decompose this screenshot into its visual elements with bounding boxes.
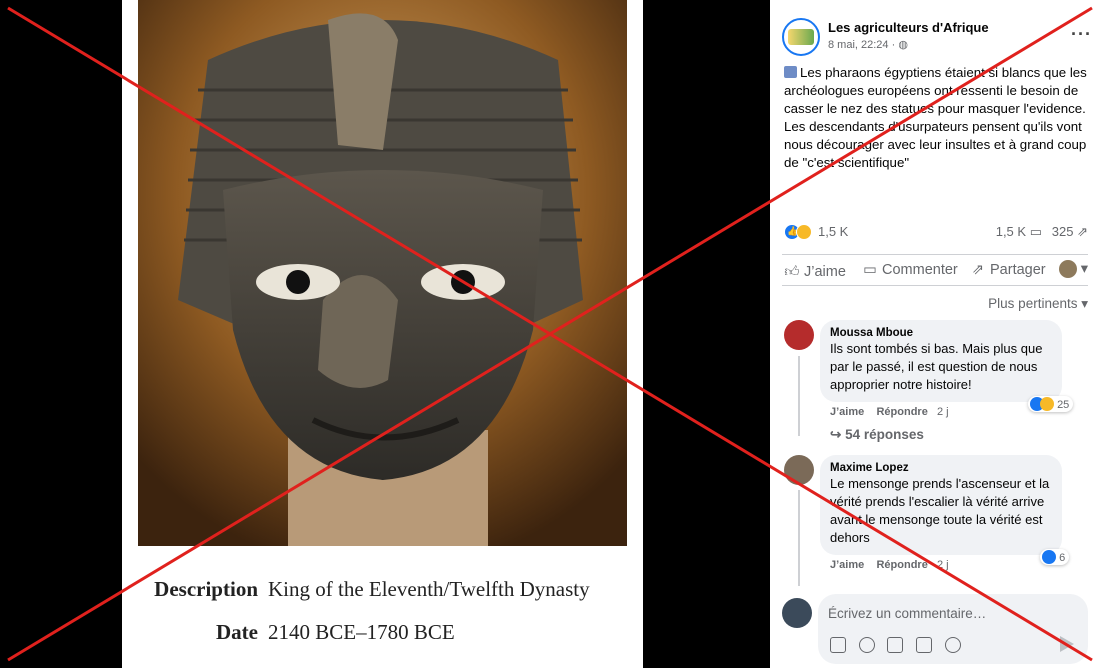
share-icon: ⇗ — [1077, 224, 1088, 239]
reactions-summary[interactable]: 1,5 K 1,5 K ▭ 325 ⇗ — [784, 222, 1088, 242]
comment-icon: ▭ — [1029, 224, 1042, 239]
emoji-sticker-icon — [784, 66, 797, 78]
comment-actions: J’aime Répondre 2 j — [830, 559, 949, 571]
view-replies-link[interactable]: ↪ 54 réponses — [830, 427, 924, 443]
comment-reactions[interactable]: 25 — [1028, 396, 1074, 412]
comment-reply-link[interactable]: Répondre — [876, 559, 927, 571]
comment-input[interactable] — [828, 602, 1078, 624]
like-button[interactable]: 👍︎ J’aime — [784, 262, 845, 280]
like-reaction-icon — [1042, 550, 1056, 564]
composer-icons — [830, 636, 970, 653]
comment-actions: J’aime Répondre 2 j — [830, 406, 949, 418]
date-row: Date 2140 BCE–1780 BCE — [146, 620, 455, 645]
description-label: Description — [154, 577, 258, 601]
thread-line — [798, 490, 800, 586]
post-panel: Les agriculteurs d'Afrique 8 mai, 22:24 … — [770, 0, 1100, 668]
date-label: Date — [216, 620, 258, 644]
sticker-icon[interactable] — [830, 636, 846, 653]
comment-age[interactable]: 2 j — [937, 406, 949, 418]
send-icon[interactable] — [1060, 636, 1074, 652]
comment-text: Ils sont tombés si bas. Mais plus que pa… — [830, 341, 1043, 392]
haha-reaction-icon — [796, 224, 812, 240]
reply-arrow-icon: ↪ — [830, 427, 842, 442]
page-avatar[interactable] — [782, 18, 820, 56]
commenter-name[interactable]: Maxime Lopez — [830, 462, 1052, 474]
comment-sort-dropdown[interactable]: Plus pertinents ▾ — [988, 296, 1088, 312]
comment-icon: ▭ — [863, 262, 877, 278]
comment-like-link[interactable]: J’aime — [830, 559, 864, 571]
comment-reactions[interactable]: 6 — [1040, 549, 1070, 565]
commenter-avatar[interactable] — [784, 455, 814, 485]
comment-count[interactable]: 1,5 K ▭ — [996, 224, 1042, 240]
statue-photo — [138, 0, 627, 546]
comment-age[interactable]: 2 j — [937, 559, 949, 571]
statue-illustration — [138, 0, 627, 546]
description-row: Description King of the Eleventh/Twelfth … — [146, 577, 590, 602]
artwork-card: Description King of the Eleventh/Twelfth … — [122, 0, 643, 668]
reaction-count[interactable]: 1,5 K — [818, 224, 848, 239]
globe-icon: ◍ — [898, 39, 908, 51]
commenter-avatar[interactable] — [784, 320, 814, 350]
comment-input-wrapper[interactable] — [818, 594, 1088, 664]
commenter-name[interactable]: Moussa Mboue — [830, 327, 1052, 339]
post-action-bar: 👍︎ J’aime ▭ Commenter ⇗ Partager ▾ — [782, 254, 1088, 286]
comment-bubble: Moussa Mboue Ils sont tombés si bas. Mai… — [820, 320, 1062, 402]
comment-button[interactable]: ▭ Commenter — [862, 262, 958, 278]
chevron-down-icon: ▾ — [1080, 260, 1088, 277]
post-body: Les pharaons égyptiens étaient si blancs… — [784, 64, 1090, 172]
share-icon: ⇗ — [971, 262, 985, 278]
image-viewer: Description King of the Eleventh/Twelfth … — [0, 0, 770, 668]
description-value: King of the Eleventh/Twelfth Dynasty — [268, 577, 590, 601]
profile-selector-button[interactable]: ▾ — [1058, 260, 1088, 278]
comment-reply-link[interactable]: Répondre — [876, 406, 927, 418]
share-count[interactable]: 325 ⇗ — [1052, 224, 1088, 240]
share-button[interactable]: ⇗ Partager — [970, 262, 1046, 278]
thread-line — [798, 356, 800, 436]
camera-icon[interactable] — [887, 636, 904, 653]
haha-reaction-icon — [1040, 397, 1054, 411]
comment-composer — [782, 592, 1088, 666]
post-header: Les agriculteurs d'Afrique 8 mai, 22:24 … — [782, 18, 1092, 58]
avatar-sticker-icon[interactable] — [944, 636, 961, 653]
like-icon: 👍︎ — [784, 264, 800, 280]
gif-icon[interactable] — [915, 636, 932, 653]
post-time-text: 8 mai, 22:24 · — [828, 39, 899, 51]
profile-avatar — [1058, 260, 1077, 278]
comment-bubble: Maxime Lopez Le mensonge prends l'ascens… — [820, 455, 1062, 555]
post-text-line: Les pharaons égyptiens étaient si blancs… — [784, 65, 1087, 116]
page-name-link[interactable]: Les agriculteurs d'Afrique — [828, 20, 989, 35]
post-timestamp[interactable]: 8 mai, 22:24 · ◍ — [828, 38, 908, 51]
more-options-button[interactable]: ··· — [1071, 24, 1092, 45]
comment-like-link[interactable]: J’aime — [830, 406, 864, 418]
comment-text: Le mensonge prends l'ascenseur et la vér… — [830, 476, 1050, 545]
date-value: 2140 BCE–1780 BCE — [268, 620, 455, 644]
emoji-icon[interactable] — [858, 636, 875, 653]
my-avatar[interactable] — [782, 598, 812, 628]
post-text-line: Les descendants d'usurpateurs pensent qu… — [784, 119, 1087, 170]
